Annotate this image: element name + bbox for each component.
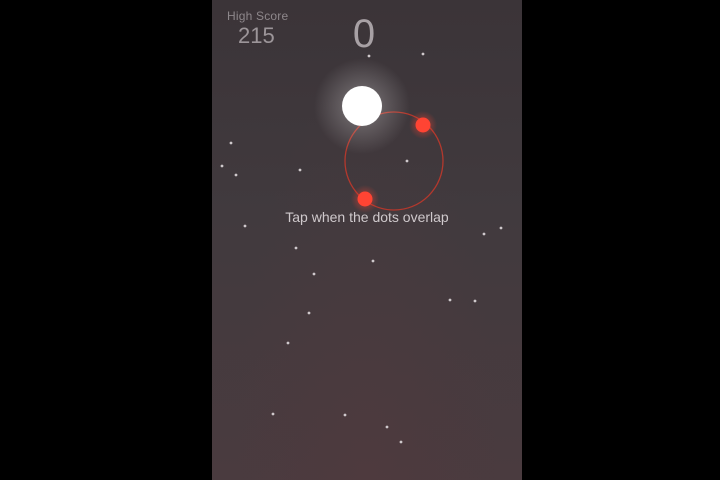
star [499, 226, 503, 230]
star [405, 159, 409, 163]
star [385, 425, 389, 429]
red-dot-upper [415, 117, 431, 133]
star [343, 413, 347, 417]
star [286, 341, 290, 345]
star [271, 412, 275, 416]
current-score: 0 [352, 12, 376, 56]
star [298, 168, 302, 172]
star [243, 224, 247, 228]
star [399, 440, 403, 444]
star [371, 259, 375, 263]
star [473, 299, 477, 303]
star [229, 141, 233, 145]
tap-instruction: Tap when the dots overlap [285, 209, 449, 225]
star [220, 164, 224, 168]
white-ball [342, 86, 382, 126]
star [482, 232, 486, 236]
playfield[interactable] [212, 0, 522, 480]
star [448, 298, 452, 302]
star [294, 246, 298, 250]
game-screen[interactable]: High Score 215 0 Tap when the dots overl… [212, 0, 522, 480]
star [307, 311, 311, 315]
star [234, 173, 238, 177]
star [312, 272, 316, 276]
red-dot-lower [357, 191, 373, 207]
